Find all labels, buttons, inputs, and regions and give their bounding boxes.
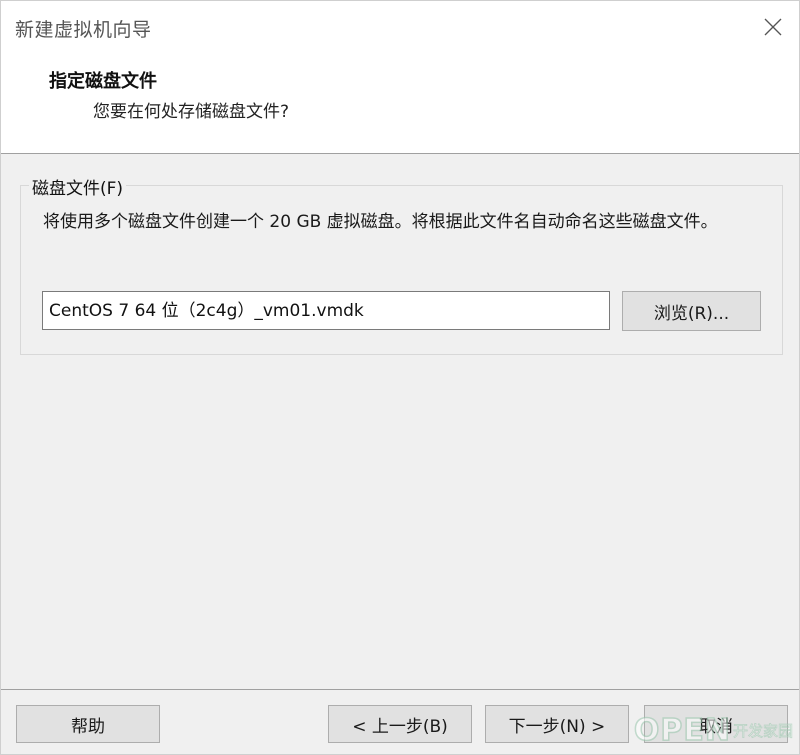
close-button[interactable] [755, 9, 791, 45]
help-button[interactable]: 帮助 [16, 705, 160, 743]
disk-file-group-label: 磁盘文件(F) [29, 174, 127, 199]
page-title: 指定磁盘文件 [49, 71, 157, 92]
title-bar: 新建虚拟机向导 [1, 1, 799, 53]
next-button[interactable]: 下一步(N) > [485, 705, 629, 743]
wizard-header: 指定磁盘文件 您要在何处存储磁盘文件? [1, 53, 799, 154]
back-button[interactable]: < 上一步(B) [328, 705, 472, 743]
new-vm-wizard-dialog: 新建虚拟机向导 指定磁盘文件 您要在何处存储磁盘文件? 磁盘文件(F) 将使用多… [0, 0, 800, 755]
page-subtitle: 您要在何处存储磁盘文件? [93, 102, 290, 122]
close-icon [764, 18, 782, 36]
footer-divider [1, 689, 799, 690]
cancel-button[interactable]: 取消 [644, 705, 788, 743]
browse-button[interactable]: 浏览(R)... [622, 291, 761, 331]
window-title: 新建虚拟机向导 [15, 19, 152, 41]
disk-filename-input[interactable] [42, 291, 610, 330]
disk-file-description: 将使用多个磁盘文件创建一个 20 GB 虚拟磁盘。将根据此文件名自动命名这些磁盘… [43, 212, 718, 232]
